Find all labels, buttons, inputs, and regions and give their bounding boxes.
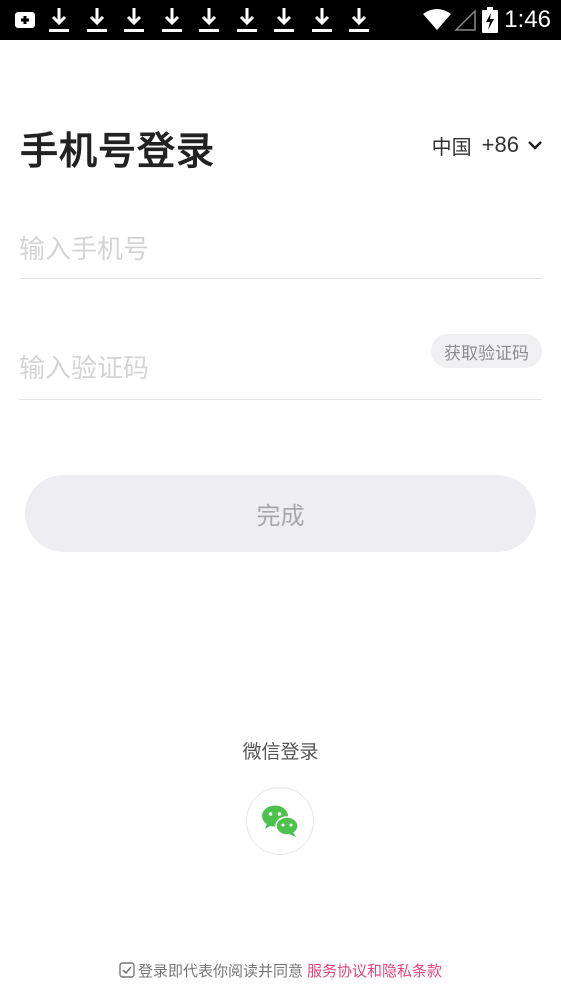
signal-icon bbox=[454, 9, 477, 31]
country-name: 中国 bbox=[431, 134, 472, 159]
phone-input[interactable] bbox=[19, 222, 542, 278]
download-icon bbox=[311, 8, 332, 32]
phone-field-container bbox=[19, 222, 542, 279]
terms-privacy-link[interactable]: 服务协议和隐私条款 bbox=[307, 960, 442, 981]
app-icon bbox=[15, 12, 35, 28]
status-time: 1:46 bbox=[504, 6, 551, 33]
verification-code-input[interactable] bbox=[19, 349, 399, 389]
system-icons: 1:46 bbox=[422, 4, 551, 36]
wifi-icon bbox=[423, 9, 452, 30]
country-code: +86 bbox=[481, 132, 519, 157]
checkbox-checked-icon[interactable] bbox=[119, 962, 135, 978]
wechat-login-label: 微信登录 bbox=[242, 741, 319, 763]
status-bar: 1:46 bbox=[0, 0, 561, 40]
wechat-icon bbox=[262, 805, 299, 837]
download-icon bbox=[124, 8, 144, 32]
notification-icons bbox=[14, 6, 384, 34]
chevron-down-icon bbox=[528, 141, 542, 150]
country-code-selector[interactable]: 中国 +86 bbox=[432, 130, 543, 160]
battery-charging-icon bbox=[482, 7, 499, 33]
download-icon bbox=[274, 8, 294, 32]
download-icon bbox=[199, 8, 219, 32]
download-icon bbox=[236, 8, 257, 32]
code-field-container: 获取验证码 bbox=[19, 332, 542, 400]
download-icon bbox=[161, 8, 182, 32]
done-button[interactable]: 完成 bbox=[25, 475, 536, 552]
download-icon bbox=[86, 8, 107, 32]
agreement: 登录即代表你阅读并同意 服务协议和隐私条款 bbox=[0, 958, 561, 982]
download-icon bbox=[49, 8, 69, 32]
page-title: 手机号登录 bbox=[20, 129, 216, 173]
wechat-login-button[interactable] bbox=[246, 787, 314, 855]
download-icon bbox=[349, 8, 369, 32]
agreement-text: 登录即代表你阅读并同意 bbox=[137, 961, 303, 980]
get-code-button[interactable]: 获取验证码 bbox=[431, 334, 542, 368]
